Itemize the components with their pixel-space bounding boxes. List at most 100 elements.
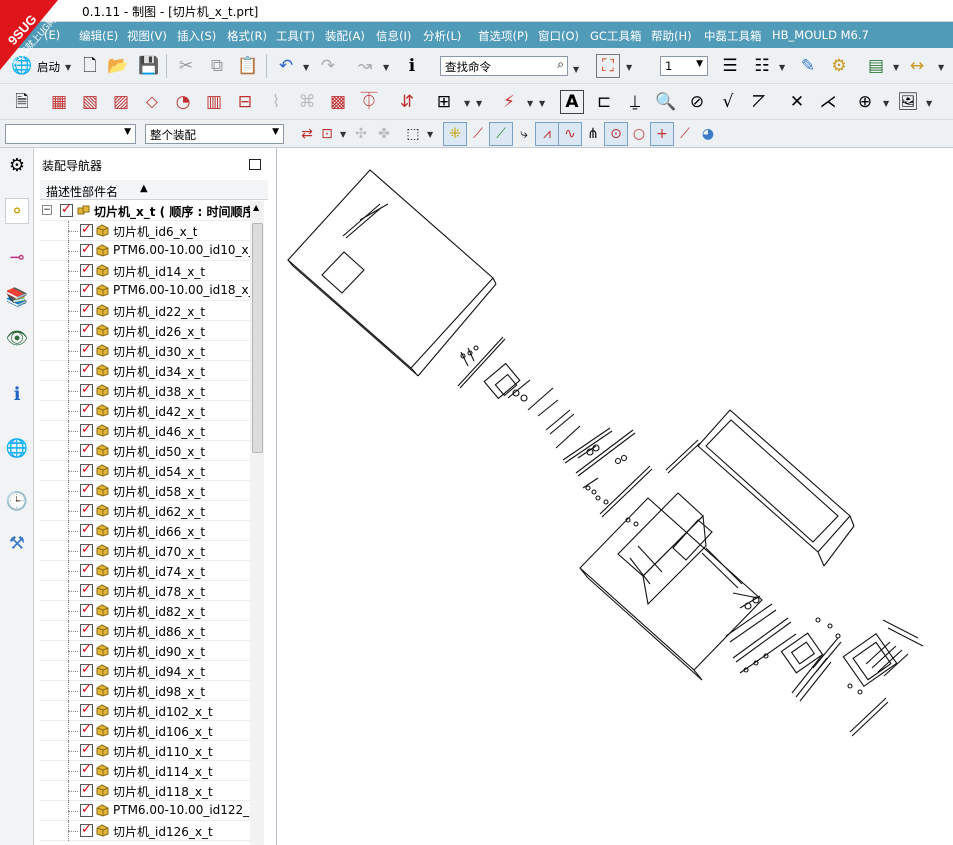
scrollbar-thumb[interactable] — [252, 223, 263, 453]
point-on-curve-icon[interactable]: ○ — [627, 122, 651, 146]
chevron-down-icon[interactable]: ▼ — [527, 99, 533, 108]
check-box-icon[interactable]: ✓ — [80, 503, 93, 517]
tree-node[interactable]: ✓ 切片机_id26_x_t — [40, 321, 250, 341]
check-box-icon[interactable]: ✓ — [80, 803, 93, 817]
base-view-icon[interactable]: ▦ — [47, 90, 71, 114]
update-view-icon[interactable]: ⇵ — [395, 90, 419, 114]
scroll-up-icon[interactable]: ▲ — [253, 203, 259, 212]
chevron-down-icon[interactable]: ▼ — [272, 127, 279, 137]
menu-item-11[interactable]: GC工具箱 — [590, 28, 641, 44]
chevron-down-icon[interactable]: ▼ — [938, 63, 944, 72]
intersection-point-icon[interactable]: ⩘ — [535, 122, 559, 146]
check-box-icon[interactable]: ✓ — [80, 223, 93, 237]
assembly-navigator-tab-icon[interactable]: ⚬ — [5, 198, 29, 224]
check-box-icon[interactable]: ✓ — [80, 563, 93, 577]
chevron-down-icon[interactable]: ▼ — [626, 63, 632, 72]
chevron-down-icon[interactable]: ▼ — [340, 130, 346, 139]
half-section-icon[interactable]: ◔ — [171, 90, 195, 114]
chevron-down-icon[interactable]: ▼ — [926, 99, 932, 108]
view-style-icon[interactable]: ⊞ — [432, 90, 456, 114]
redo-icon[interactable]: ↷ — [316, 54, 340, 78]
tree-node[interactable]: ✓ PTM6.00-10.00_id18_x_t — [40, 281, 250, 301]
reuse-library-icon[interactable]: 📚 — [5, 284, 29, 310]
break-view-icon[interactable]: ⌇ — [264, 90, 288, 114]
menu-item-5[interactable]: 工具(T) — [276, 28, 315, 44]
chevron-down-icon[interactable]: ▼ — [779, 63, 785, 72]
check-box-icon[interactable]: ✓ — [80, 763, 93, 777]
maximize-panel-icon[interactable] — [249, 159, 261, 170]
check-box-icon[interactable]: ✓ — [80, 743, 93, 757]
save-icon[interactable]: 💾 — [137, 54, 161, 78]
note-icon[interactable]: A — [560, 90, 584, 114]
exploded-assembly-drawing[interactable] — [278, 148, 953, 845]
check-box-icon[interactable]: ✓ — [80, 303, 93, 317]
dimension-icon[interactable]: ↔ — [905, 54, 929, 78]
open-folder-icon[interactable]: 📂 — [106, 54, 130, 78]
edit-object-display-icon[interactable]: ✎ — [796, 54, 820, 78]
information-icon[interactable]: ℹ — [400, 54, 424, 78]
paste-icon[interactable]: 📋 — [236, 54, 260, 78]
check-box-icon[interactable]: ✓ — [80, 643, 93, 657]
check-box-icon[interactable]: ✓ — [80, 543, 93, 557]
selection-scope-select[interactable]: 整个装配 ▼ — [145, 124, 284, 144]
graphics-window[interactable] — [278, 148, 953, 845]
image-icon[interactable]: 🖼 — [896, 90, 920, 114]
projected-view-icon[interactable]: ▧ — [78, 90, 102, 114]
cross-icon[interactable]: ✕ — [785, 90, 809, 114]
cut-icon[interactable]: ✂ — [174, 54, 198, 78]
chevron-down-icon[interactable]: ▼ — [883, 99, 889, 108]
tree-node[interactable]: ✓ 切片机_id38_x_t — [40, 381, 250, 401]
menu-item-10[interactable]: 窗口(O) — [538, 28, 579, 44]
tree-node[interactable]: ✓ 切片机_id118_x_t — [40, 781, 250, 801]
type-filter-select[interactable]: ▼ — [5, 124, 136, 144]
sketch-icon[interactable]: ⚡ — [497, 90, 521, 114]
chevron-down-icon[interactable]: ▼ — [427, 130, 433, 139]
check-box-icon[interactable]: ✓ — [80, 463, 93, 477]
tree-node[interactable]: ✓ 切片机_id54_x_t — [40, 461, 250, 481]
check-box-icon[interactable]: ✓ — [80, 243, 93, 257]
intersection-icon[interactable]: ⋌ — [816, 90, 840, 114]
menu-item-7[interactable]: 信息(I) — [376, 28, 411, 44]
tree-node[interactable]: ✓ 切片机_id110_x_t — [40, 741, 250, 761]
menu-item-12[interactable]: 帮助(H) — [651, 28, 692, 44]
balloon-icon[interactable]: ⊘ — [685, 90, 709, 114]
roles-icon[interactable]: ⚒ — [5, 530, 29, 556]
existing-point-icon[interactable]: + — [650, 122, 674, 146]
check-box-icon[interactable]: ✓ — [80, 283, 93, 297]
chevron-down-icon[interactable]: ▼ — [303, 63, 309, 72]
start-menu-label[interactable]: 启动 — [37, 59, 60, 75]
tree-node[interactable]: ✓ 切片机_id126_x_t — [40, 821, 250, 841]
tree-node[interactable]: ✓ PTM6.00-10.00_id122_x_t — [40, 801, 250, 821]
chevron-down-icon[interactable]: ▼ — [893, 63, 899, 72]
centerline-icon[interactable]: ⊕ — [853, 90, 877, 114]
tree-node[interactable]: ✓ 切片机_id82_x_t — [40, 601, 250, 621]
tree-node[interactable]: ✓ 切片机_id6_x_t — [40, 221, 250, 241]
menu-item-3[interactable]: 插入(S) — [177, 28, 216, 44]
undo-icon[interactable]: ↶ — [274, 54, 298, 78]
broken-out-section-icon[interactable]: ⌘ — [295, 90, 319, 114]
tree-node[interactable]: ✓ 切片机_id50_x_t — [40, 441, 250, 461]
check-box-icon[interactable]: ✓ — [80, 483, 93, 497]
check-box-icon[interactable]: ✓ — [80, 363, 93, 377]
sheet-icon[interactable]: ▤ — [864, 54, 888, 78]
point-on-line-icon[interactable]: ⟋ — [673, 122, 697, 146]
arc-center-icon[interactable]: ∿ — [558, 122, 582, 146]
tree-node[interactable]: ✓ 切片机_id62_x_t — [40, 501, 250, 521]
tree-node[interactable]: ✓ 切片机_id58_x_t — [40, 481, 250, 501]
tree-node[interactable]: ✓ 切片机_id46_x_t — [40, 421, 250, 441]
end-point-icon[interactable]: ⟋ — [466, 122, 490, 146]
check-box-icon[interactable]: ✓ — [80, 383, 93, 397]
check-box-icon[interactable]: ✓ — [80, 523, 93, 537]
zoom-icon[interactable]: 🔍 — [654, 90, 678, 114]
gear-icon[interactable]: ⚙ — [5, 152, 29, 178]
menu-item-1[interactable]: 编辑(E) — [79, 28, 118, 44]
tree-node[interactable]: ✓ 切片机_id86_x_t — [40, 621, 250, 641]
sort-ascending-icon[interactable]: ▲ — [140, 183, 148, 194]
tree-node[interactable]: ✓ 切片机_id106_x_t — [40, 721, 250, 741]
circle-center-icon[interactable]: ⊙ — [604, 122, 628, 146]
check-box-icon[interactable]: ✓ — [80, 583, 93, 597]
tree-node[interactable]: ✓ 切片机_id30_x_t — [40, 341, 250, 361]
section-view-icon[interactable]: ▨ — [109, 90, 133, 114]
copy-icon[interactable]: ⧉ — [205, 54, 229, 78]
tree-node[interactable]: ✓ 切片机_id70_x_t — [40, 541, 250, 561]
